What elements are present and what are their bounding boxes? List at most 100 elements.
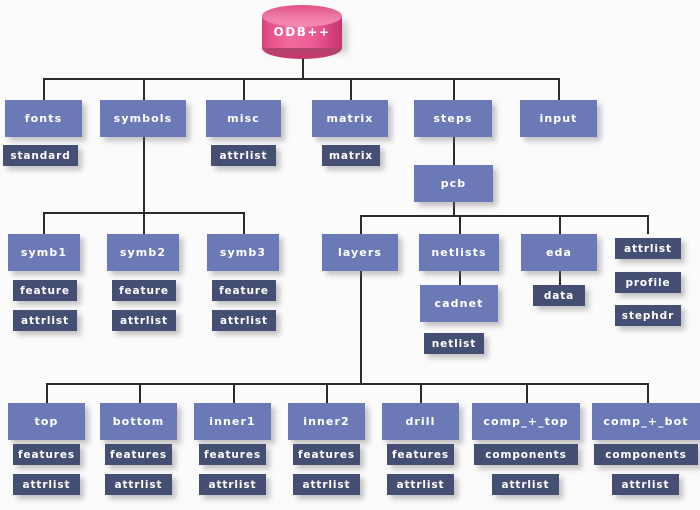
connector-level1-bus [43,78,559,80]
node-steps-label: steps [433,112,473,125]
node-symb2-attrlist-label: attrlist [120,314,168,327]
node-top-label: top [34,415,59,428]
node-inner2[interactable]: inner2 [288,403,365,440]
odbpp-tree-diagram: ODB++ fonts standard symbols misc attrli… [0,0,700,510]
node-layers[interactable]: layers [322,234,398,271]
node-symb2[interactable]: symb2 [107,234,179,271]
node-comp-top-components[interactable]: components [474,444,578,465]
node-netlist[interactable]: netlist [424,333,484,354]
connector-drop-matrix [350,78,352,100]
node-misc-attrlist[interactable]: attrlist [211,145,276,166]
node-pcb-attrlist[interactable]: attrlist [615,238,681,259]
connector-drop-input [558,78,560,100]
node-drill-features-label: features [391,448,450,461]
connector-drop-misc [243,78,245,100]
node-comp-bot-components-label: components [605,448,687,461]
node-symb2-feature[interactable]: feature [112,280,176,301]
connector-root-stem [302,58,304,78]
node-inner2-features[interactable]: features [293,444,360,465]
node-misc-label: misc [227,112,260,125]
node-inner1-features[interactable]: features [199,444,266,465]
node-symb1-feature[interactable]: feature [13,280,77,301]
node-symb3-feature[interactable]: feature [212,280,276,301]
node-fonts-label: fonts [24,112,63,125]
connector-drop-steps [453,78,455,100]
connector-drop-symb2 [143,212,145,234]
node-top[interactable]: top [8,403,85,440]
node-inner1-attrlist[interactable]: attrlist [199,474,266,495]
node-symb3-attrlist[interactable]: attrlist [212,310,276,331]
node-cadnet[interactable]: cadnet [420,285,498,322]
node-matrix-file-label: matrix [329,149,373,162]
node-top-attrlist[interactable]: attrlist [13,474,80,495]
node-matrix-file[interactable]: matrix [322,145,380,166]
node-symb1[interactable]: symb1 [8,234,80,271]
root-database-cylinder: ODB++ [262,5,342,59]
node-bottom-features[interactable]: features [105,444,172,465]
node-drill-label: drill [405,415,436,428]
node-comp-bot[interactable]: comp_+_bot [592,403,700,440]
node-symbols[interactable]: symbols [100,100,186,137]
node-profile[interactable]: profile [615,272,681,293]
node-cadnet-label: cadnet [434,297,484,310]
node-inner2-features-label: features [297,448,356,461]
node-netlists[interactable]: netlists [419,234,499,271]
connector-drop-comp-top [526,383,528,403]
node-bottom-features-label: features [109,448,168,461]
node-symb1-feature-label: feature [20,284,70,297]
connector-drop-inner2 [326,383,328,403]
node-input[interactable]: input [520,100,597,137]
node-symb3[interactable]: symb3 [207,234,279,271]
node-drill-attrlist-label: attrlist [396,478,445,491]
node-top-attrlist-label: attrlist [22,478,71,491]
node-netlist-label: netlist [431,337,477,350]
node-pcb[interactable]: pcb [414,165,493,202]
node-pcb-label: pcb [440,177,467,190]
node-misc[interactable]: misc [206,100,281,137]
node-inner1-label: inner1 [209,415,256,428]
connector-steps-pcb [453,137,455,165]
node-inner2-attrlist[interactable]: attrlist [293,474,360,495]
node-drill-attrlist[interactable]: attrlist [387,474,454,495]
node-layers-label: layers [337,246,383,259]
node-data[interactable]: data [533,285,585,306]
node-comp-top-label: comp_+_top [483,415,569,428]
node-inner1-attrlist-label: attrlist [208,478,257,491]
node-comp-bot-attrlist-label: attrlist [621,478,670,491]
node-symb2-feature-label: feature [119,284,169,297]
connector-eda-data [559,271,561,285]
node-comp-bot-components[interactable]: components [594,444,698,465]
node-inner2-label: inner2 [303,415,350,428]
connector-drop-fonts [43,78,45,100]
node-symb2-attrlist[interactable]: attrlist [112,310,176,331]
node-eda[interactable]: eda [521,234,597,271]
node-fonts[interactable]: fonts [5,100,82,137]
node-input-label: input [539,112,578,125]
node-matrix[interactable]: matrix [312,100,388,137]
node-standard[interactable]: standard [3,145,78,166]
node-stephdr[interactable]: stephdr [615,305,681,326]
node-bottom-attrlist[interactable]: attrlist [105,474,172,495]
node-symb3-feature-label: feature [219,284,269,297]
node-netlists-label: netlists [431,246,487,259]
node-stephdr-label: stephdr [621,309,675,322]
node-symbols-label: symbols [113,112,173,125]
node-symb1-attrlist[interactable]: attrlist [13,310,77,331]
node-symb1-label: symb1 [20,246,68,259]
connector-drop-comp-bot [647,383,649,403]
node-drill[interactable]: drill [382,403,459,440]
node-pcb-attrlist-label: attrlist [624,242,672,255]
node-inner1[interactable]: inner1 [194,403,271,440]
node-bottom[interactable]: bottom [100,403,177,440]
node-comp-bot-attrlist[interactable]: attrlist [612,474,679,495]
node-bottom-attrlist-label: attrlist [114,478,163,491]
node-top-features[interactable]: features [13,444,80,465]
node-comp-top-attrlist[interactable]: attrlist [492,474,559,495]
node-comp-top-components-label: components [485,448,567,461]
node-eda-label: eda [545,246,573,259]
node-inner2-attrlist-label: attrlist [302,478,351,491]
node-drill-features[interactable]: features [387,444,454,465]
node-comp-top[interactable]: comp_+_top [472,403,580,440]
connector-drop-symbols [143,78,145,100]
node-steps[interactable]: steps [414,100,492,137]
